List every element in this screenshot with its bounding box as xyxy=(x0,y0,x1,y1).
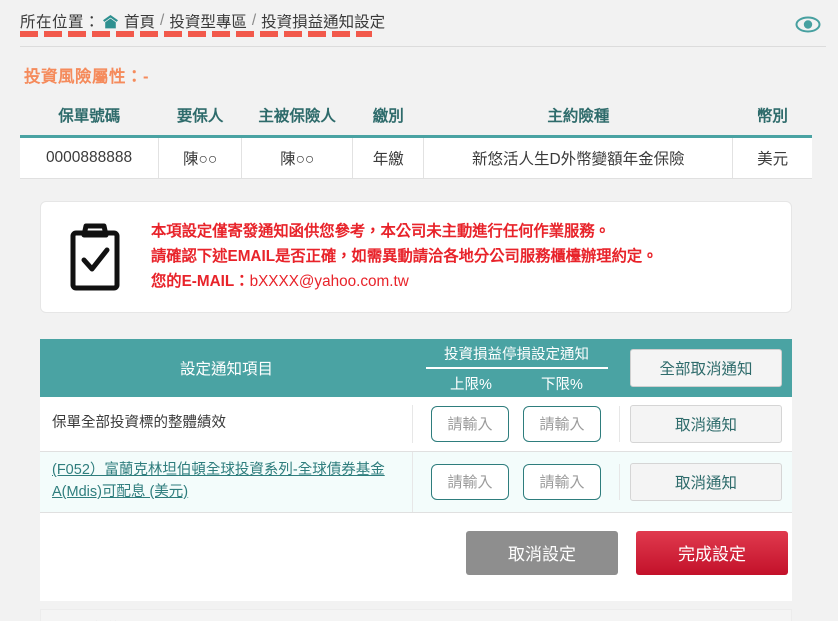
policy-info-table: 保單號碼 要保人 主被保險人 繳別 主約險種 幣別 0000888888 陳○○… xyxy=(20,97,812,179)
notice-card: 本項設定僅寄發通知函供您參考，本公司未主動進行任何作業服務。 請確認下述EMAI… xyxy=(40,201,792,314)
eye-icon[interactable] xyxy=(794,13,822,35)
row-action-cell: 取消通知 xyxy=(620,463,792,502)
upper-limit-input[interactable] xyxy=(431,406,509,443)
breadcrumb-separator: / xyxy=(160,12,165,29)
settings-col-item-header: 設定通知項目 xyxy=(179,361,273,379)
table-row: 0000888888 陳○○ 陳○○ 年繳 新悠活人生D外幣變額年金保險 美元 xyxy=(20,136,812,179)
cell-policy-number: 0000888888 xyxy=(20,136,160,179)
breadcrumb-item-investment-zone[interactable]: 投資型專區 xyxy=(169,10,247,32)
notice-text: 本項設定僅寄發通知函供您參考，本公司未主動進行任何作業服務。 請確認下述EMAI… xyxy=(151,220,658,294)
notification-settings-table: 設定通知項目 投資損益停損設定通知 上限% 下限% 全部取消通知 保單全部投資標… xyxy=(40,339,792,513)
upper-limit-input[interactable] xyxy=(431,464,509,501)
row-item-name: (F052）富蘭克林坦伯頓全球投資系列-全球債券基金A(Mdis)可配息 (美元… xyxy=(40,452,413,512)
cell-main-insured: 陳○○ xyxy=(241,136,354,179)
cancel-all-notifications-button[interactable]: 全部取消通知 xyxy=(630,349,782,388)
limits-subheaders: 上限% 下限% xyxy=(426,369,608,394)
notice-email-line: 您的E-MAIL：bXXXX@yahoo.com.tw xyxy=(151,270,658,295)
breadcrumb-item-current: 投資損益通知設定 xyxy=(261,14,386,31)
breadcrumb-bar: 所在位置： 首頁 / 投資型專區 / 投資損益通知設定 xyxy=(0,0,838,47)
col-currency: 幣別 xyxy=(732,97,812,138)
clipboard-check-icon xyxy=(69,223,121,291)
col-policyholder: 要保人 xyxy=(158,97,242,138)
email-value: bXXXX@yahoo.com.tw xyxy=(249,272,409,290)
row-item-name: 保單全部投資標的整體績效 xyxy=(40,405,413,444)
breadcrumb-prefix: 所在位置： xyxy=(20,14,101,31)
notice-line-2: 請確認下述EMAIL是否正確，如需異動請洽各地分公司服務櫃檯辦理約定。 xyxy=(151,247,658,265)
lower-limit-header: 下限% xyxy=(541,377,583,394)
row-action-cell: 取消通知 xyxy=(620,405,792,444)
lower-limit-input[interactable] xyxy=(523,406,601,443)
row-limit-inputs xyxy=(413,406,620,443)
upper-limit-header: 上限% xyxy=(450,377,492,394)
limits-group-title: 投資損益停損設定通知 xyxy=(425,343,608,370)
content-spacer xyxy=(40,592,792,601)
breadcrumb: 所在位置： 首頁 / 投資型專區 / 投資損益通知設定 xyxy=(20,0,385,32)
breadcrumb-dashed-rule xyxy=(20,31,372,37)
lower-limit-input[interactable] xyxy=(523,464,601,501)
settings-col-action-header: 全部取消通知 xyxy=(620,339,792,397)
col-main-contract: 主約險種 xyxy=(423,97,733,138)
settings-row: (F052）富蘭克林坦伯頓全球投資系列-全球債券基金A(Mdis)可配息 (美元… xyxy=(40,452,792,513)
col-main-insured: 主被保險人 xyxy=(241,97,353,138)
fund-detail-link[interactable]: (F052）富蘭克林坦伯頓全球投資系列-全球債券基金A(Mdis)可配息 (美元… xyxy=(52,462,385,500)
cancel-notification-button[interactable]: 取消通知 xyxy=(630,405,782,444)
remarks-panel: 【備註】 xyxy=(40,608,792,621)
risk-attribute-label: 投資風險屬性：- xyxy=(24,68,149,86)
notice-line-1: 本項設定僅寄發通知函供您參考，本公司未主動進行任何作業服務。 xyxy=(151,223,610,240)
main-content: 投資風險屬性：- 保單號碼 要保人 主被保險人 繳別 主約險種 幣別 00008… xyxy=(20,47,812,621)
submit-settings-button[interactable]: 完成設定 xyxy=(636,530,788,575)
settings-row: 保單全部投資標的整體績效 取消通知 xyxy=(40,397,792,453)
cell-currency: 美元 xyxy=(732,136,812,179)
breadcrumb-item-home[interactable]: 首頁 xyxy=(124,10,155,32)
policy-table-header-row: 保單號碼 要保人 主被保險人 繳別 主約險種 幣別 xyxy=(20,97,812,138)
footer-actions: 取消設定 完成設定 xyxy=(40,512,792,593)
breadcrumb-separator: / xyxy=(251,12,257,29)
cell-policyholder: 陳○○ xyxy=(158,136,243,179)
col-policy-number: 保單號碼 xyxy=(20,97,159,138)
email-label: 您的E-MAIL： xyxy=(151,272,250,290)
page-root: 所在位置： 首頁 / 投資型專區 / 投資損益通知設定 投資風險屬性：- 保單號… xyxy=(0,0,838,621)
cell-payment-type: 年繳 xyxy=(352,136,425,179)
home-icon[interactable] xyxy=(102,14,119,30)
cancel-settings-button[interactable]: 取消設定 xyxy=(466,530,618,575)
row-limit-inputs xyxy=(413,464,620,501)
settings-col-limits-header: 投資損益停損設定通知 上限% 下限% xyxy=(413,339,620,397)
cancel-notification-button[interactable]: 取消通知 xyxy=(630,463,782,502)
cell-main-contract: 新悠活人生D外幣變額年金保險 xyxy=(423,136,734,179)
settings-header-row: 設定通知項目 投資損益停損設定通知 上限% 下限% 全部取消通知 xyxy=(40,339,792,398)
col-payment-type: 繳別 xyxy=(352,97,424,138)
